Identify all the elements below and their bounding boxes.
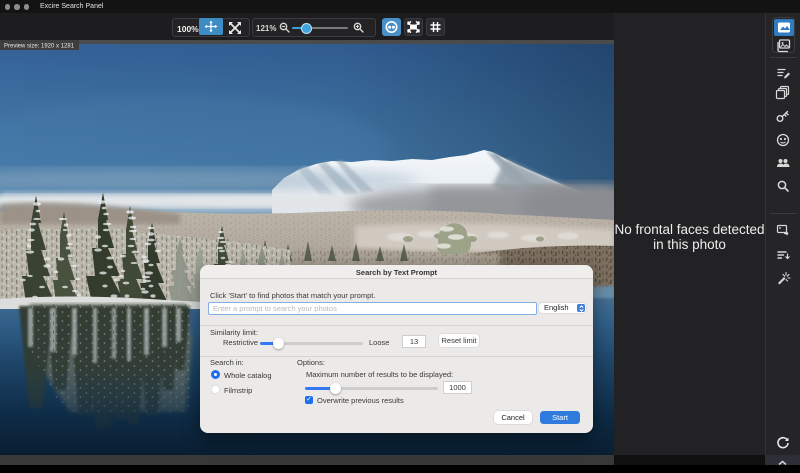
svg-text:Preview size: 1920 x 1281: Preview size: 1920 x 1281 (4, 44, 75, 50)
